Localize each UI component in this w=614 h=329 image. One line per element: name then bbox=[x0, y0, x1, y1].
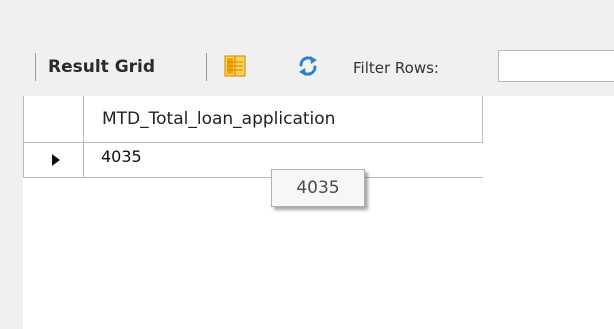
panel-top-strip bbox=[0, 0, 614, 38]
grid-left-gutter bbox=[0, 96, 23, 329]
result-grid-tab[interactable]: Result Grid bbox=[48, 57, 155, 77]
grid-header-row: MTD_Total_loan_application bbox=[23, 96, 483, 143]
toolbar-separator bbox=[35, 53, 36, 81]
filter-rows-label: Filter Rows: bbox=[353, 59, 439, 77]
refresh-icon[interactable] bbox=[296, 54, 320, 78]
table-row[interactable]: 4035 bbox=[23, 143, 483, 178]
cell-value-tooltip: 4035 bbox=[271, 169, 365, 207]
result-panel: Result Grid Filter Rows: MTD_Total_loan_… bbox=[0, 0, 614, 329]
result-toolbar: Result Grid Filter Rows: bbox=[0, 38, 614, 96]
filter-rows-input[interactable] bbox=[498, 50, 614, 82]
toolbar-separator bbox=[206, 53, 207, 81]
column-header-mtd-total-loan-application[interactable]: MTD_Total_loan_application bbox=[84, 96, 483, 142]
grid-corner-cell[interactable] bbox=[23, 96, 84, 142]
result-grid: MTD_Total_loan_application 4035 bbox=[23, 96, 614, 329]
row-marker-cell[interactable] bbox=[23, 143, 84, 177]
grid-form-icon[interactable] bbox=[224, 55, 246, 77]
row-pointer-icon bbox=[52, 154, 60, 166]
